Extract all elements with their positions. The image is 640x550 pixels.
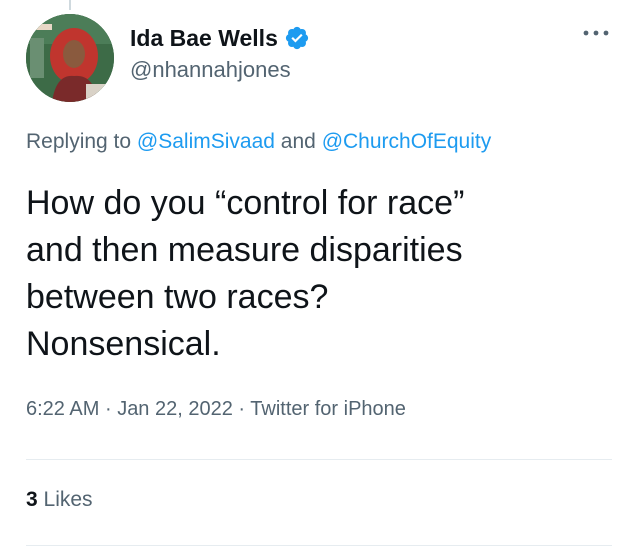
likes-count: 3 [26,488,38,511]
tweet-source[interactable]: Twitter for iPhone [250,398,406,420]
divider [26,545,612,546]
meta-separator: · [238,398,246,420]
display-name[interactable]: Ida Bae Wells [130,25,278,52]
tweet-text-line: and then measure disparities [26,231,463,269]
mention-link[interactable]: @SalimSivaad [137,130,275,153]
tweet-time[interactable]: 6:22 AM [26,398,99,420]
profile-photo-icon [26,14,114,102]
likes-stat[interactable]: 3 Likes [26,488,93,512]
replying-to-conjunction: and [280,130,316,153]
tweet-date[interactable]: Jan 22, 2022 [117,398,233,420]
tweet-text-line: between two races? [26,278,329,316]
mention-link[interactable]: @ChurchOfEquity [322,130,492,153]
divider [26,459,612,460]
likes-label: Likes [43,488,93,511]
tweet-header: Ida Bae Wells @nhannahjones [26,14,620,104]
verified-badge-icon [285,26,308,50]
replying-to-line: Replying to @SalimSivaad and @ChurchOfEq… [26,130,491,154]
more-icon[interactable] [582,28,610,38]
tweet-metadata: 6:22 AM · Jan 22, 2022 · Twitter for iPh… [26,398,406,421]
replying-to-label: Replying to [26,130,132,153]
avatar[interactable] [26,14,114,102]
tweet-text: How do you “control for race” and then m… [26,180,616,368]
tweet-text-line: How do you “control for race” [26,184,465,222]
meta-separator: · [104,398,112,420]
thread-connector-line [69,0,71,10]
user-handle[interactable]: @nhannahjones [130,57,310,83]
tweet-text-line: Nonsensical. [26,325,221,363]
